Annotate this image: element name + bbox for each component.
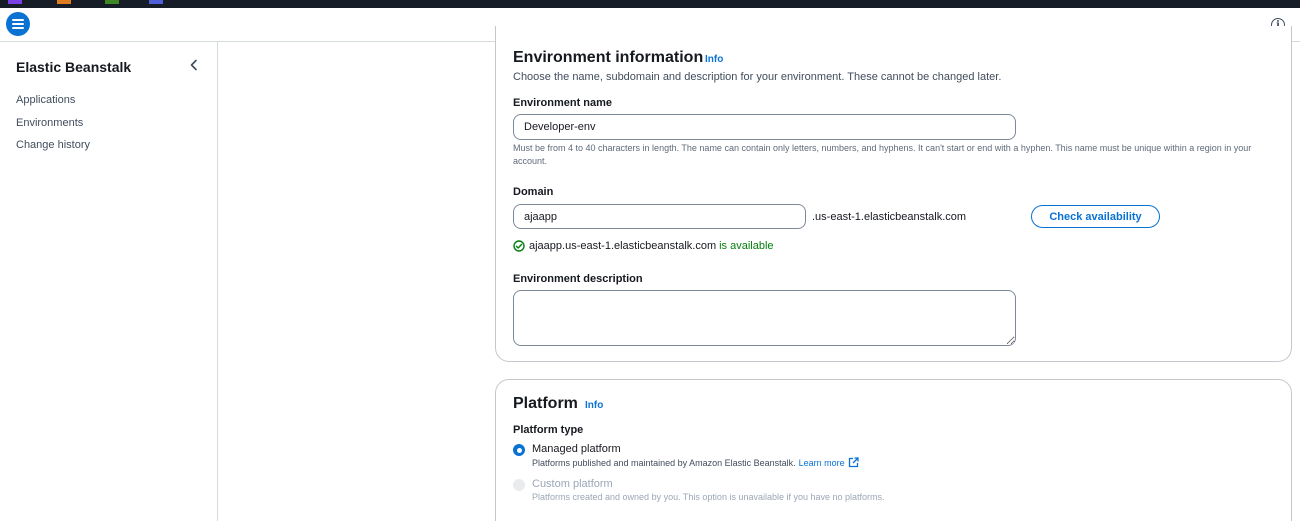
- available-domain-text: ajaapp.us-east-1.elasticbeanstalk.com: [529, 240, 717, 252]
- environment-description-label: Environment description: [513, 273, 643, 285]
- environment-description-textarea[interactable]: [513, 290, 1016, 346]
- external-link-icon[interactable]: [848, 457, 859, 468]
- section-title-platform: Platform: [513, 395, 578, 412]
- environment-information-container: Environment information Info Choose the …: [495, 26, 1292, 362]
- managed-platform-description: Platforms published and maintained by Am…: [532, 457, 859, 468]
- learn-more-link[interactable]: Learn more: [799, 458, 845, 468]
- sidebar-item-change-history[interactable]: Change history: [16, 139, 90, 151]
- managed-platform-description-text: Platforms published and maintained by Am…: [532, 457, 796, 468]
- managed-platform-label[interactable]: Managed platform: [532, 443, 621, 455]
- section-title-environment-information: Environment information: [513, 49, 704, 66]
- sidebar-item-environments[interactable]: Environments: [16, 117, 83, 129]
- custom-platform-label: Custom platform: [532, 478, 613, 490]
- top-strip-tab[interactable]: [105, 0, 119, 4]
- info-link[interactable]: Info: [585, 400, 603, 411]
- info-link[interactable]: Info: [705, 54, 723, 65]
- domain-suffix: .us-east-1.elasticbeanstalk.com: [812, 211, 967, 223]
- side-navigation: Elastic Beanstalk Applications Environme…: [0, 42, 218, 521]
- section-description: Choose the name, subdomain and descripti…: [513, 71, 1002, 83]
- top-strip-tab[interactable]: [57, 0, 71, 4]
- domain-label: Domain: [513, 186, 554, 198]
- hamburger-menu-icon[interactable]: [6, 12, 30, 36]
- custom-platform-radio: [513, 479, 525, 491]
- environment-name-hint: Must be from 4 to 40 characters in lengt…: [513, 143, 1252, 166]
- managed-platform-radio[interactable]: [513, 444, 525, 456]
- domain-availability-status: ajaapp.us-east-1.elasticbeanstalk.com is…: [513, 240, 774, 252]
- domain-input[interactable]: [513, 204, 806, 229]
- chevron-left-icon[interactable]: [187, 58, 201, 72]
- sidebar-item-applications[interactable]: Applications: [16, 94, 75, 106]
- check-availability-button[interactable]: Check availability: [1031, 205, 1160, 228]
- sidebar-title: Elastic Beanstalk: [16, 59, 132, 75]
- availability-text: is available: [719, 240, 774, 252]
- custom-platform-description: Platforms created and owned by you. This…: [532, 492, 885, 502]
- top-strip-tab[interactable]: [149, 0, 163, 4]
- platform-type-label: Platform type: [513, 424, 584, 436]
- browser-top-strip: [0, 0, 1300, 8]
- environment-name-input[interactable]: [513, 114, 1016, 140]
- top-strip-tab[interactable]: [8, 0, 22, 4]
- check-circle-icon: [513, 240, 525, 252]
- platform-container: Platform Info Platform type Managed plat…: [495, 379, 1292, 521]
- environment-name-label: Environment name: [513, 97, 613, 109]
